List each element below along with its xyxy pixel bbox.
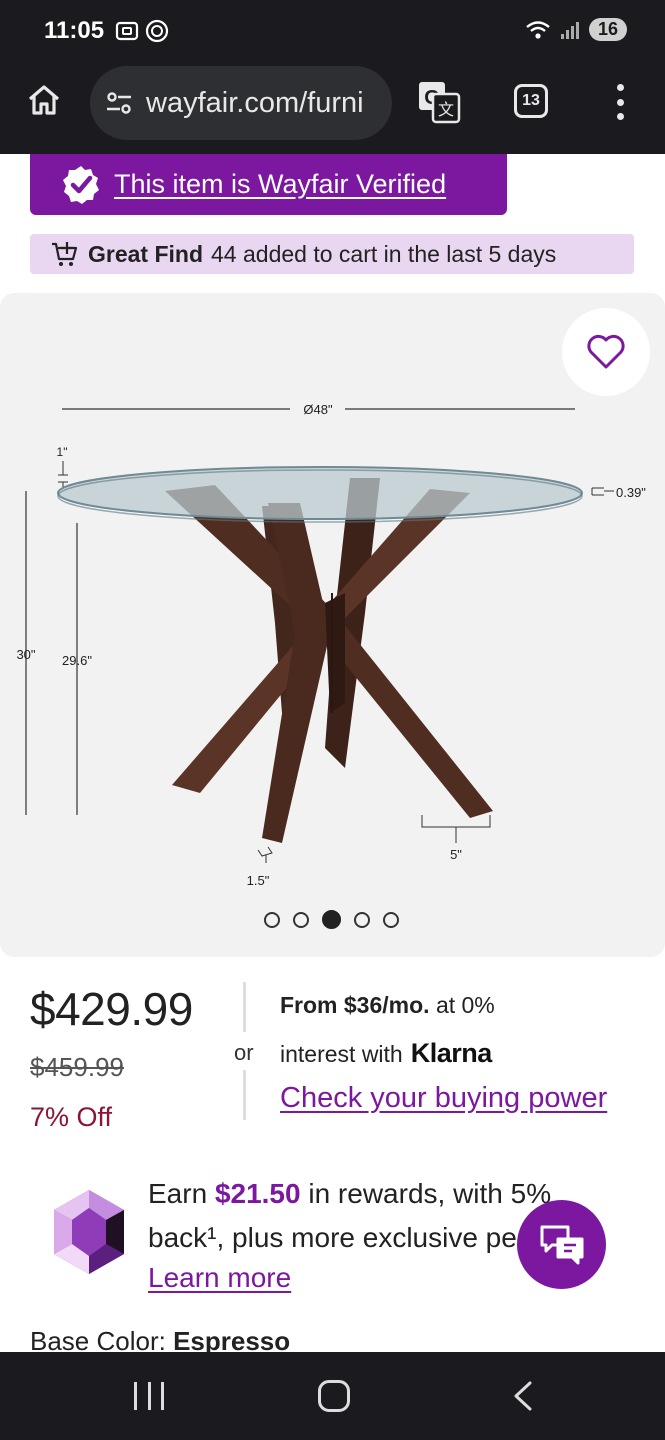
home-icon[interactable] [26, 82, 62, 118]
financing-from: From [280, 992, 338, 1018]
chat-icon [540, 1225, 583, 1264]
menu-dot-icon [616, 113, 624, 120]
heart-icon [587, 334, 625, 369]
browser-menu-button[interactable] [610, 84, 630, 120]
rewards-text-1: in rewards, with 5% [308, 1178, 552, 1209]
dim-diameter: Ø48" [303, 402, 333, 417]
recents-bar-icon [134, 1382, 137, 1410]
browser-toolbar: wayfair.com/furni G 文 13 [0, 62, 665, 154]
product-image[interactable]: Ø48" 1" 30" 29.6" 0.39" 1.5" 5" [0, 293, 665, 893]
gallery-dot[interactable] [354, 911, 370, 928]
battery-indicator: 16 [588, 18, 627, 41]
gallery-pagination [264, 910, 399, 929]
dim-leg-width: 1.5" [247, 873, 270, 888]
gallery-dot[interactable] [264, 911, 280, 928]
gallery-dot-active[interactable] [322, 910, 341, 929]
nfc-icon [145, 19, 169, 43]
financing-amount: $36/mo. [343, 992, 430, 1018]
rewards-text-2: back¹, plus more exclusive perks [148, 1222, 555, 1253]
back-icon[interactable] [508, 1380, 538, 1412]
url-text[interactable]: wayfair.com/furni [146, 87, 364, 120]
menu-dot-icon [616, 98, 624, 106]
financing-provider-text: interest with [280, 1041, 403, 1067]
wifi-icon [526, 20, 550, 39]
price-divider-top [243, 982, 246, 1032]
system-nav-bar [0, 1352, 665, 1440]
dim-glass-thickness: 0.39" [616, 485, 646, 500]
rewards-amount: $21.50 [214, 1178, 301, 1209]
financing-rate: at 0% [435, 992, 495, 1018]
klarna-logo: Klarna [410, 1038, 493, 1068]
gallery-dot[interactable] [383, 911, 399, 928]
menu-dot-icon [616, 84, 624, 91]
svg-text:文: 文 [438, 100, 454, 119]
status-notification-icons [114, 18, 170, 44]
verified-badge-icon [63, 165, 99, 204]
wayfair-verified-banner[interactable]: This item is Wayfair Verified [30, 154, 507, 215]
buying-power-link[interactable]: Check your buying power [280, 1082, 607, 1115]
great-find-label: Great Find [88, 240, 204, 267]
tab-switcher-button[interactable]: 13 [514, 84, 548, 118]
original-price: $459.99 [30, 1052, 124, 1082]
screenshot-icon [115, 21, 139, 41]
learn-more-link[interactable]: Learn more [148, 1262, 291, 1294]
gallery-dot[interactable] [293, 911, 309, 928]
price-divider-bottom [243, 1070, 246, 1120]
or-label: or [234, 1040, 254, 1065]
status-system-icons: 16 [525, 18, 627, 41]
dim-total-height: 30" [16, 647, 35, 662]
translate-icon[interactable]: G 文 [417, 80, 461, 124]
dim-base-height: 29.6" [62, 653, 92, 668]
cart-add-icon [52, 242, 78, 266]
favorite-button[interactable] [562, 308, 650, 396]
dim-top-thickness: 1" [57, 445, 68, 459]
site-settings-icon[interactable] [104, 88, 134, 118]
recent-apps-button[interactable] [134, 1382, 164, 1410]
chat-button[interactable] [517, 1200, 606, 1289]
rewards-description: Earn $21.50 in rewards, with 5% back¹, p… [148, 1172, 578, 1260]
verified-link[interactable]: This item is Wayfair Verified [114, 169, 446, 200]
rewards-gem-icon [54, 1190, 124, 1274]
current-price: $429.99 [30, 983, 193, 1035]
system-home-button[interactable] [318, 1380, 350, 1412]
status-time: 11:05 [44, 17, 105, 44]
financing-line: From $36/mo. at 0% [280, 992, 495, 1019]
signal-icon [560, 21, 579, 39]
status-bar: 11:05 16 [0, 0, 665, 62]
financing-provider-line: interest with Klarna [280, 1038, 492, 1069]
address-bar[interactable]: wayfair.com/furni [90, 66, 392, 140]
dim-foot-width: 5" [450, 847, 462, 862]
product-image-gallery[interactable]: Ø48" 1" 30" 29.6" 0.39" 1.5" 5" [0, 293, 665, 957]
great-find-text: 44 added to cart in the last 5 days [211, 240, 557, 267]
recents-bar-icon [147, 1382, 151, 1410]
recents-bar-icon [161, 1382, 164, 1410]
great-find-badge: Great Find 44 added to cart in the last … [30, 234, 634, 274]
rewards-earn: Earn [148, 1178, 208, 1209]
discount-label: 7% Off [30, 1102, 113, 1132]
